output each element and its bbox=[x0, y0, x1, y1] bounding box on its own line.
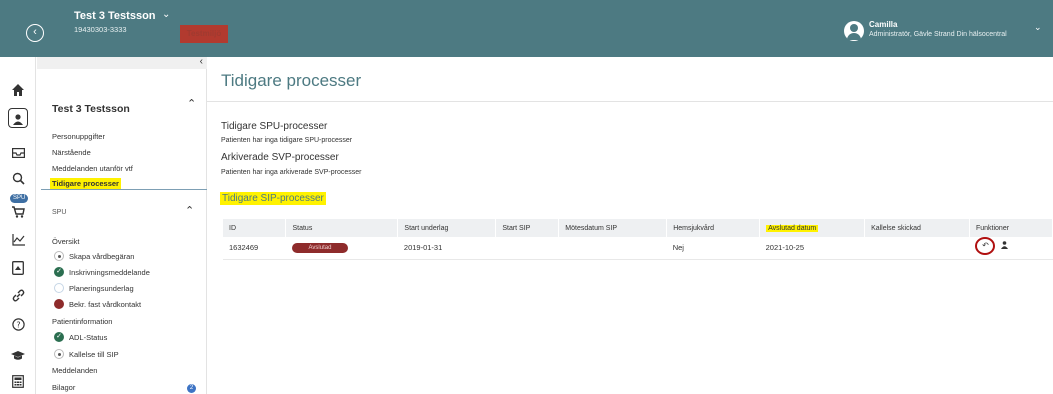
red-circle-icon bbox=[54, 299, 64, 309]
column-header-motesdatum-sip[interactable]: Mötesdatum SIP bbox=[558, 219, 668, 237]
sidebar-patient-title: Test 3 Testsson bbox=[52, 103, 130, 115]
radio-dot-icon bbox=[54, 251, 64, 261]
check-circle-icon: ✓ bbox=[54, 332, 64, 342]
cell-kallelse-skickad bbox=[864, 237, 970, 260]
check-circle-icon: ✓ bbox=[54, 267, 64, 277]
sidebar-item-inskrivningsmeddelande[interactable]: Inskrivningsmeddelande bbox=[69, 268, 150, 277]
bilagor-count-badge: 2 bbox=[187, 384, 196, 393]
cell-funktioner: ↶ bbox=[969, 236, 1053, 260]
cell-motesdatum bbox=[558, 237, 667, 260]
cell-start-sip bbox=[495, 237, 559, 260]
link-icon[interactable] bbox=[0, 289, 36, 305]
sidebar-item-bilagor[interactable]: Bilagor bbox=[52, 383, 75, 392]
collapse-sidebar-icon[interactable]: ‹ bbox=[200, 56, 203, 67]
column-header-start-sip[interactable]: Start SIP bbox=[495, 219, 560, 237]
table-row[interactable]: 1632469 Avslutad 2019-01-31 Nej 2021-10-… bbox=[223, 236, 1053, 260]
reopen-undo-icon[interactable]: ↶ bbox=[975, 236, 996, 255]
svp-heading: Arkiverade SVP-processer bbox=[221, 152, 339, 163]
sidebar-item-skapa-vardbegaran[interactable]: Skapa vårdbegäran bbox=[69, 252, 134, 261]
cell-hemsjukvard: Nej bbox=[666, 237, 760, 260]
column-header-start-underlag[interactable]: Start underlag bbox=[397, 219, 497, 237]
column-header-avslutad-datum[interactable]: Avslutad datum bbox=[759, 219, 866, 237]
title-divider bbox=[207, 101, 1053, 102]
cell-start-underlag: 2019-01-31 bbox=[397, 237, 496, 260]
active-item-underline bbox=[41, 189, 207, 190]
sidebar-item-personuppgifter[interactable]: Personuppgifter bbox=[52, 132, 105, 141]
patient-name[interactable]: Test 3 Testsson bbox=[74, 10, 156, 22]
sidebar-item-patientinformation[interactable]: Patientinformation bbox=[52, 317, 112, 326]
back-button[interactable]: ‹ bbox=[26, 24, 44, 42]
cell-id: 1632469 bbox=[223, 237, 286, 260]
sip-table: ID Status Start underlag Start SIP Mötes… bbox=[223, 219, 1053, 260]
sidebar-item-tidigare-processer[interactable]: Tidigare processer bbox=[50, 178, 121, 189]
chevron-up-icon[interactable]: ⌃ bbox=[187, 97, 196, 110]
user-avatar-icon[interactable] bbox=[844, 21, 864, 41]
sidebar-item-meddelanden-utanfor[interactable]: Meddelanden utanför vtf bbox=[52, 164, 133, 173]
svg-text:?: ? bbox=[16, 321, 20, 330]
page-title: Tidigare processer bbox=[221, 71, 362, 90]
user-role: Administratör, Gävle Strand Din hälsocen… bbox=[869, 31, 1007, 38]
inbox-icon[interactable] bbox=[0, 145, 36, 161]
sidebar-item-narstaende[interactable]: Närstående bbox=[52, 148, 91, 157]
user-name[interactable]: Camilla bbox=[869, 20, 897, 29]
top-bar: ‹ Test 3 Testsson ⌄ 19430303-3333 Testmi… bbox=[0, 0, 1053, 57]
section-chevron-up-icon[interactable]: ⌃ bbox=[185, 204, 194, 217]
sidebar-item-adl-status[interactable]: ADL-Status bbox=[69, 333, 107, 342]
sidebar-item-meddelanden[interactable]: Meddelanden bbox=[52, 366, 97, 375]
home-icon[interactable] bbox=[0, 83, 36, 100]
sidebar-section-spu: SPU bbox=[52, 209, 67, 216]
user-menu-chevron-icon[interactable]: ⌄ bbox=[1034, 22, 1042, 33]
column-header-status[interactable]: Status bbox=[285, 219, 399, 237]
table-header-row: ID Status Start underlag Start SIP Mötes… bbox=[223, 219, 1053, 237]
sidebar-item-bekr-fast-vardkontakt[interactable]: Bekr. fast vårdkontakt bbox=[69, 300, 141, 309]
search-icon[interactable] bbox=[0, 172, 36, 188]
calculator-icon[interactable] bbox=[0, 375, 36, 391]
status-badge: Avslutad bbox=[291, 243, 348, 254]
chevron-left-icon: ‹ bbox=[33, 26, 37, 38]
column-header-label: Avslutad datum bbox=[766, 224, 819, 232]
person-icon[interactable] bbox=[1001, 240, 1009, 251]
sidebar-item-oversikt[interactable]: Översikt bbox=[52, 237, 80, 246]
svp-empty-text: Patienten har inga arkiverade SVP-proces… bbox=[221, 169, 362, 176]
cell-status: Avslutad bbox=[285, 237, 398, 260]
empty-circle-icon bbox=[54, 283, 64, 293]
chart-icon[interactable] bbox=[0, 233, 36, 249]
column-header-funktioner: Funktioner bbox=[969, 219, 1053, 237]
chevron-down-icon[interactable]: ⌄ bbox=[162, 9, 170, 20]
column-header-id[interactable]: ID bbox=[223, 219, 287, 237]
document-icon[interactable] bbox=[0, 261, 36, 278]
help-icon[interactable]: ? bbox=[0, 318, 36, 334]
sidebar-item-planeringsunderlag[interactable]: Planeringsunderlag bbox=[69, 284, 134, 293]
radio-dot-icon bbox=[54, 349, 64, 359]
graduation-icon[interactable] bbox=[0, 348, 36, 364]
sidebar-item-kallelse-till-sip[interactable]: Kallelse till SIP bbox=[69, 350, 119, 359]
spu-badge: SPU bbox=[10, 194, 29, 203]
cell-avslutad-datum: 2021-10-25 bbox=[759, 237, 865, 260]
function-buttons: ↶ bbox=[975, 236, 1015, 255]
patient-id: 19430303-3333 bbox=[74, 25, 127, 34]
patient-icon[interactable] bbox=[0, 112, 36, 128]
icon-rail: SPU ? bbox=[0, 57, 36, 394]
cart-icon[interactable] bbox=[0, 205, 36, 221]
column-header-kallelse-skickad[interactable]: Kallelse skickad bbox=[864, 219, 970, 237]
sip-heading: Tidigare SIP-processer bbox=[220, 192, 326, 205]
sidebar-top-strip: ‹ bbox=[37, 56, 207, 69]
sidebar-item-label: Tidigare processer bbox=[50, 178, 121, 189]
patient-sidebar: ‹ Test 3 Testsson ⌃ Personuppgifter Närs… bbox=[37, 56, 207, 394]
environment-tag: Testmiljö bbox=[180, 25, 228, 43]
spu-empty-text: Patienten har inga tidigare SPU-processe… bbox=[221, 137, 353, 144]
spu-heading: Tidigare SPU-processer bbox=[221, 121, 328, 132]
column-header-hemsjukvard[interactable]: Hemsjukvård bbox=[666, 219, 761, 237]
